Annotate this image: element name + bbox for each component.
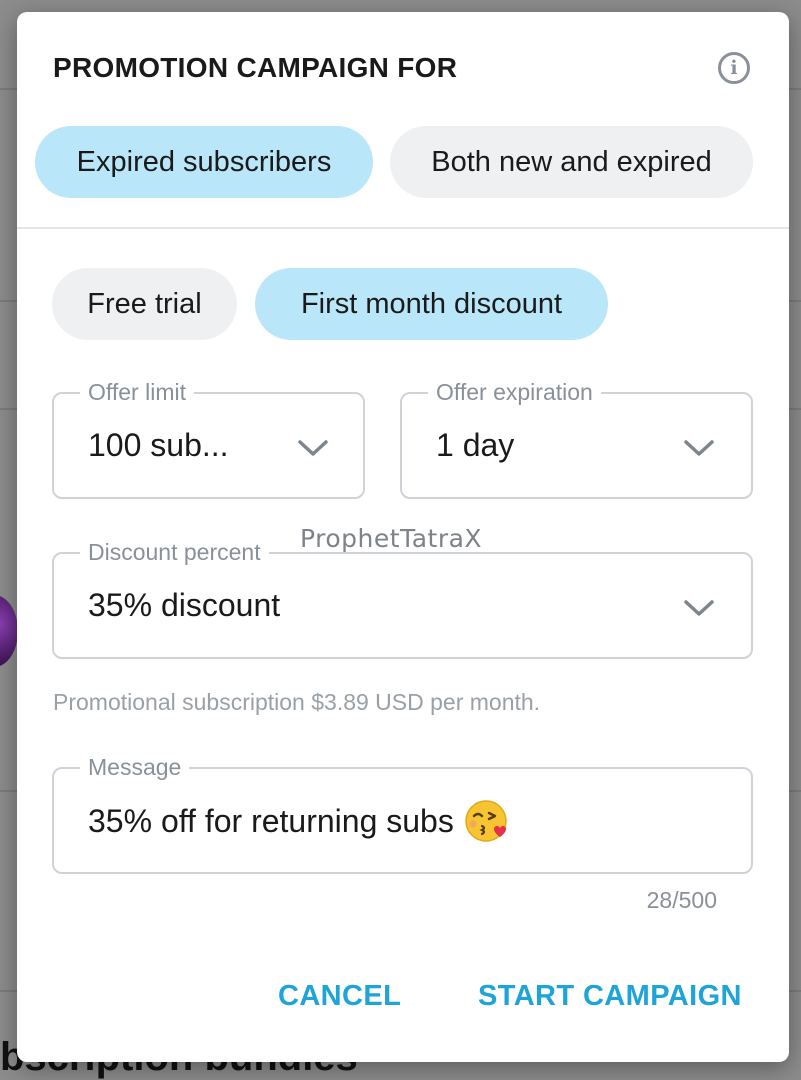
chevron-down-icon bbox=[298, 440, 328, 456]
chevron-down-icon bbox=[684, 600, 714, 616]
start-campaign-button[interactable]: START CAMPAIGN bbox=[478, 980, 742, 1013]
promotion-campaign-dialog: PROMOTION CAMPAIGN FOR i Expired subscri… bbox=[17, 12, 789, 1062]
discount-percent-value: 35% discount bbox=[88, 587, 281, 623]
message-input[interactable]: Message 35% off for returning subs bbox=[52, 752, 753, 874]
discount-percent-select[interactable]: Discount percent 35% discount bbox=[52, 537, 753, 659]
dialog-title: PROMOTION CAMPAIGN FOR bbox=[53, 52, 458, 83]
watermark: ProphetTatraX bbox=[300, 524, 483, 553]
section-divider bbox=[17, 227, 789, 229]
offer-expiration-select[interactable]: Offer expiration 1 day bbox=[400, 377, 753, 499]
promotional-price-helper: Promotional subscription $3.89 USD per m… bbox=[53, 689, 541, 715]
chip-expired-subscribers[interactable]: Expired subscribers bbox=[35, 126, 373, 198]
info-icon[interactable]: i bbox=[718, 52, 750, 84]
cancel-button[interactable]: CANCEL bbox=[278, 980, 401, 1013]
chip-first-month-discount[interactable]: First month discount bbox=[255, 268, 608, 340]
kissing-face-emoji bbox=[465, 800, 507, 842]
message-label: Message bbox=[80, 752, 190, 782]
chip-both-new-and-expired[interactable]: Both new and expired bbox=[390, 126, 753, 198]
offer-limit-select[interactable]: Offer limit 100 sub... bbox=[52, 377, 365, 499]
background-avatar bbox=[0, 595, 18, 667]
offer-limit-label: Offer limit bbox=[80, 377, 194, 407]
message-value-row: 35% off for returning subs bbox=[88, 799, 508, 843]
offer-expiration-label: Offer expiration bbox=[428, 377, 601, 407]
offer-limit-value: 100 sub... bbox=[88, 427, 229, 463]
message-value: 35% off for returning subs bbox=[88, 802, 454, 839]
offer-expiration-value: 1 day bbox=[436, 427, 515, 463]
chevron-down-icon bbox=[684, 440, 714, 456]
discount-percent-label: Discount percent bbox=[80, 537, 269, 567]
message-character-counter: 28/500 bbox=[646, 887, 717, 913]
chip-free-trial[interactable]: Free trial bbox=[52, 268, 237, 340]
